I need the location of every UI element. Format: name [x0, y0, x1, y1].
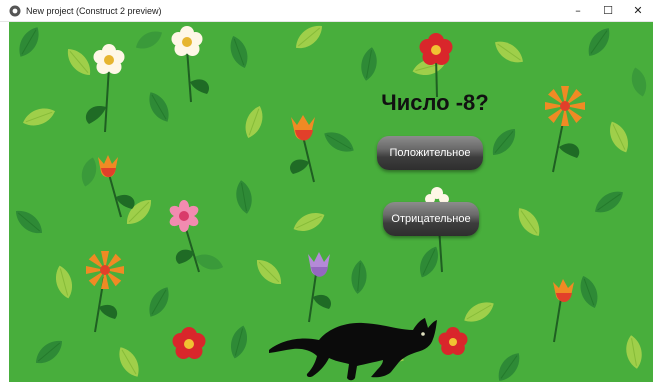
- negative-answer-button[interactable]: Отрицательное: [383, 202, 479, 236]
- close-button[interactable]: ✕: [623, 0, 653, 21]
- construct-logo-icon: [9, 5, 21, 16]
- positive-answer-button[interactable]: Положительное: [377, 136, 483, 170]
- window-controls: – ☐ ✕: [563, 0, 653, 21]
- maximize-button[interactable]: ☐: [593, 0, 623, 21]
- minimize-button[interactable]: –: [563, 0, 593, 21]
- game-canvas[interactable]: Число -8? Положительное Отрицательное: [9, 22, 653, 382]
- black-cat-sprite: [269, 318, 437, 381]
- window-title: New project (Construct 2 preview): [26, 5, 162, 16]
- title-bar: New project (Construct 2 preview) – ☐ ✕: [0, 0, 653, 22]
- question-text: Число -8?: [381, 90, 489, 115]
